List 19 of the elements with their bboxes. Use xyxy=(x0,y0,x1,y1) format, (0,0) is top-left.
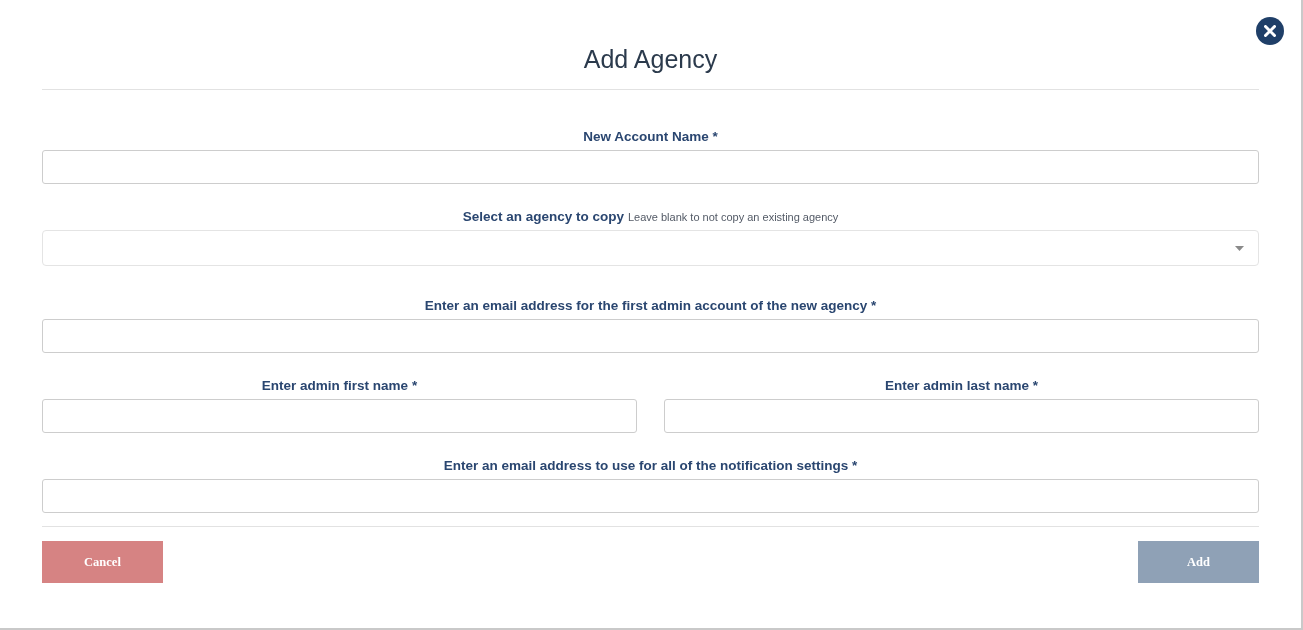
add-button[interactable]: Add xyxy=(1138,541,1259,583)
field-label: Select an agency to copy xyxy=(462,208,624,226)
field-label: Enter admin last name * xyxy=(884,377,1039,395)
caret-icon xyxy=(1235,245,1244,251)
dialog-title: Add Agency xyxy=(583,44,718,75)
field-hint: Leave blank to not copy an existing agency xyxy=(627,210,839,225)
input-field[interactable] xyxy=(42,150,1259,184)
input-field[interactable] xyxy=(42,319,1259,353)
input-field[interactable] xyxy=(664,399,1259,433)
input-field[interactable] xyxy=(42,399,637,433)
field-label: Enter an email address to use for all of the notification settings * xyxy=(443,457,858,475)
input-field[interactable] xyxy=(42,479,1259,513)
cancel-button[interactable]: Cancel xyxy=(42,541,163,583)
field-label: New Account Name * xyxy=(583,128,718,146)
close-icon xyxy=(1264,25,1276,37)
close-button[interactable] xyxy=(1256,17,1284,45)
field-label: Enter an email address for the first admin account of the new agency * xyxy=(424,297,877,315)
field-label: Enter admin first name * xyxy=(261,377,418,395)
dropdown-field[interactable] xyxy=(42,230,1259,266)
